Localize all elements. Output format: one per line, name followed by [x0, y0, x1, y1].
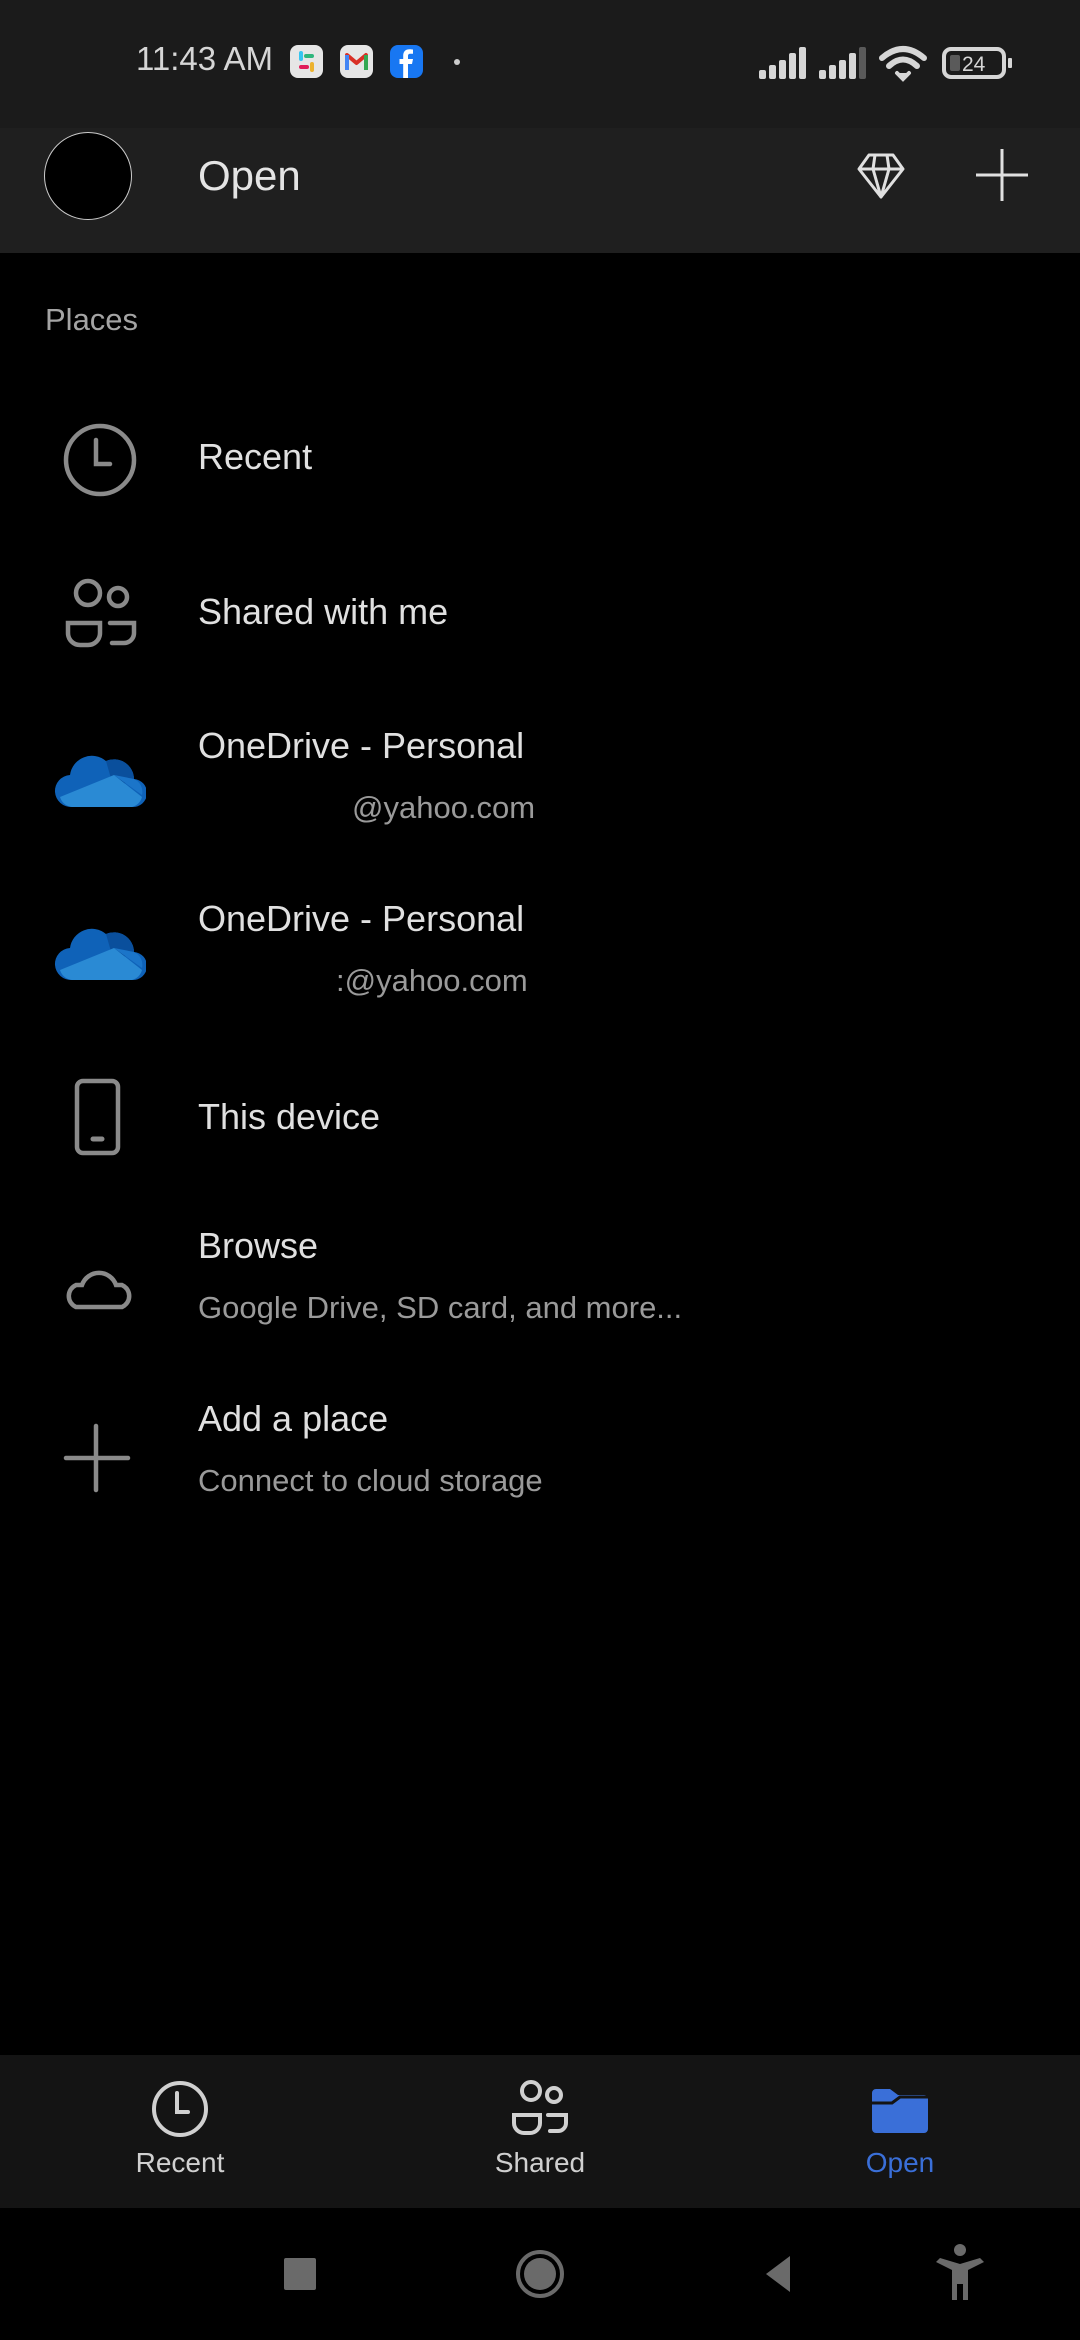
premium-button[interactable] — [851, 145, 911, 205]
recents-button[interactable] — [264, 2238, 336, 2310]
place-label: Browse — [198, 1225, 319, 1266]
place-label: Recent — [198, 436, 313, 477]
nav-tab-recent[interactable]: Recent — [80, 2055, 280, 2208]
diamond-icon — [857, 153, 905, 199]
account-email: @yahoo.com — [352, 790, 536, 825]
place-item-browse[interactable]: Browse Google Drive, SD card, and more..… — [0, 1215, 1080, 1345]
people-icon — [58, 571, 142, 655]
clock-icon — [58, 418, 142, 502]
plus-icon — [976, 149, 1028, 201]
place-label: This device — [198, 1096, 381, 1137]
square-icon — [284, 2258, 316, 2290]
accessibility-button[interactable] — [924, 2238, 996, 2310]
battery-level: 24 — [962, 53, 986, 76]
home-circle-icon — [516, 2250, 564, 2298]
battery-icon: 24 — [942, 47, 1012, 79]
accessibility-icon — [936, 2244, 984, 2300]
signal-1-icon — [759, 47, 806, 79]
bottom-nav: Recent Shared Open — [0, 2055, 1080, 2208]
status-bar: 11:43 AM 24 — [0, 0, 1080, 128]
place-item-shared[interactable]: Shared with me — [0, 565, 1080, 665]
phone-icon — [58, 1076, 142, 1160]
clock-icon — [148, 2077, 212, 2141]
people-icon — [508, 2077, 572, 2141]
nav-label: Recent — [135, 2147, 225, 2178]
onedrive-icon — [54, 745, 148, 815]
place-sublabel: Connect to cloud storage — [198, 1463, 543, 1498]
nav-label: Open — [865, 2147, 935, 2178]
nav-tab-open[interactable]: Open — [800, 2055, 1000, 2208]
place-sublabel: Google Drive, SD card, and more... — [198, 1290, 683, 1325]
system-status-icons: 24 — [759, 46, 1012, 82]
home-button[interactable] — [504, 2238, 576, 2310]
back-button[interactable] — [740, 2238, 812, 2310]
nav-label: Shared — [494, 2147, 586, 2178]
add-button[interactable] — [972, 145, 1032, 205]
place-item-this-device[interactable]: This device — [0, 1070, 1080, 1170]
place-item-onedrive-2[interactable]: OneDrive - Personal :@yahoo.com — [0, 888, 1080, 1018]
plus-icon — [58, 1418, 142, 1502]
cloud-outline-icon — [58, 1251, 142, 1335]
onedrive-icon — [54, 918, 148, 988]
signal-2-icon — [819, 47, 866, 79]
account-email: :@yahoo.com — [336, 963, 528, 998]
wifi-icon — [879, 46, 927, 82]
nav-tab-shared[interactable]: Shared — [440, 2055, 640, 2208]
folder-icon — [868, 2077, 932, 2141]
place-item-onedrive-1[interactable]: OneDrive - Personal @yahoo.com — [0, 715, 1080, 845]
app-header — [0, 128, 1080, 253]
avatar[interactable] — [44, 132, 132, 220]
place-label: OneDrive - Personal — [198, 898, 525, 939]
place-label: Add a place — [198, 1398, 389, 1439]
back-triangle-icon — [766, 2256, 790, 2292]
place-label: OneDrive - Personal — [198, 725, 525, 766]
place-label: Shared with me — [198, 591, 449, 632]
place-item-add[interactable]: Add a place Connect to cloud storage — [0, 1388, 1080, 1518]
system-nav-bar — [0, 2208, 1080, 2340]
page-title: Open — [198, 152, 301, 199]
section-label-places: Places — [45, 302, 139, 337]
place-item-recent[interactable]: Recent — [0, 410, 1080, 510]
